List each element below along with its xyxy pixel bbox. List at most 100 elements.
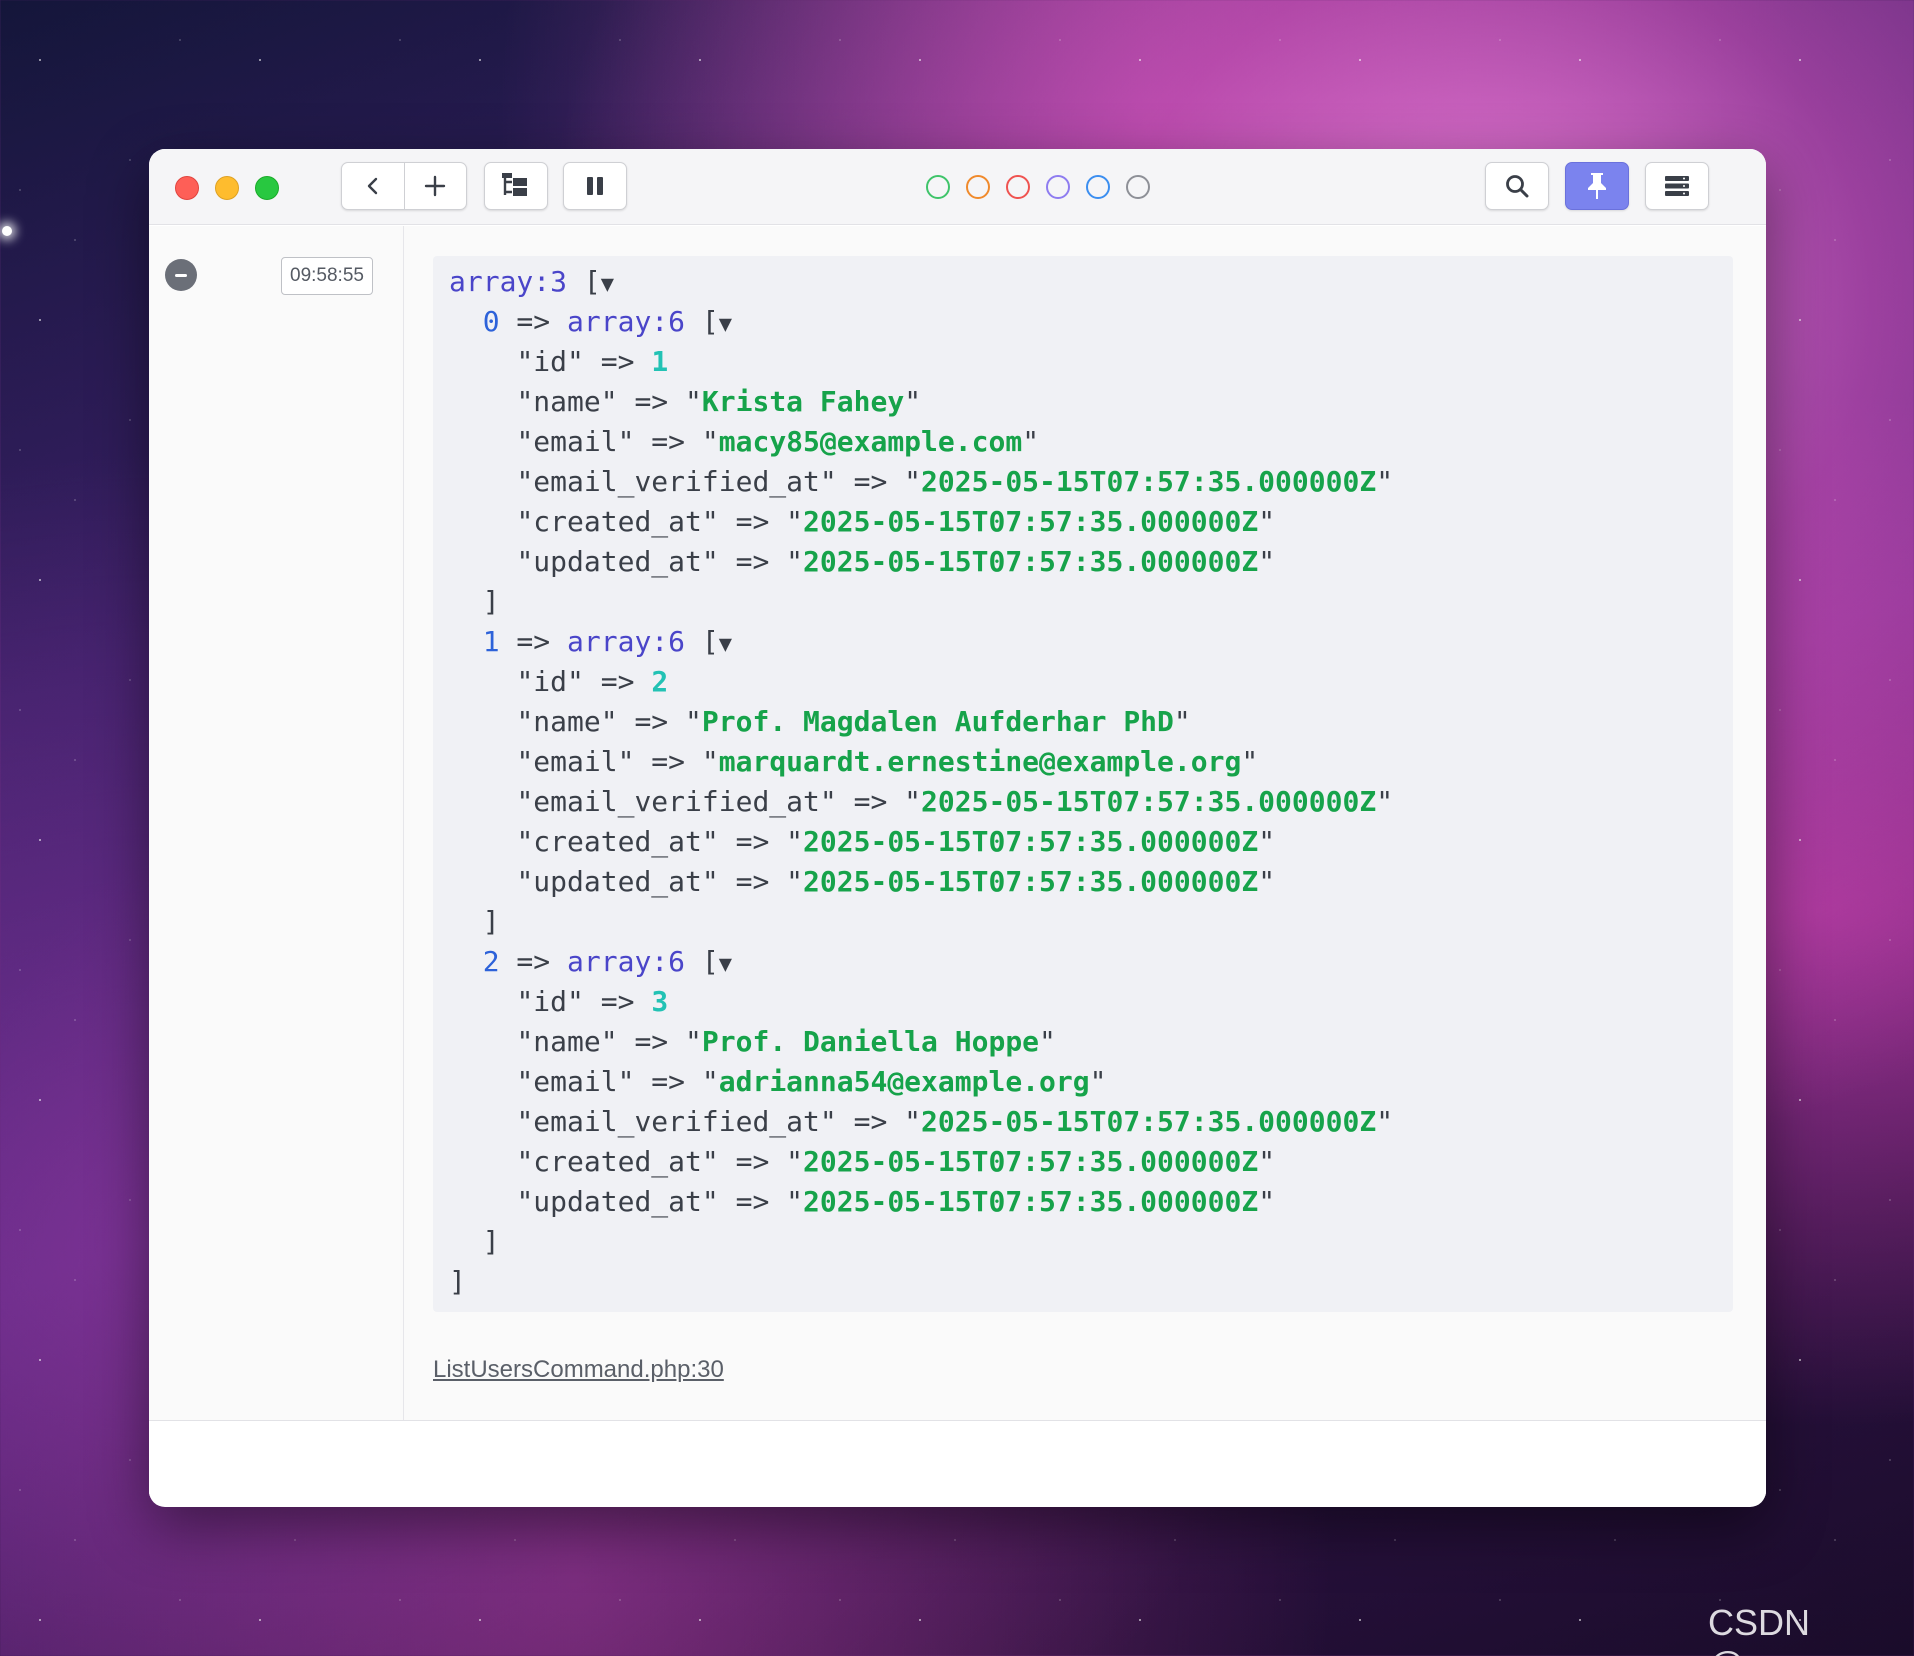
- search-icon: [1506, 175, 1529, 198]
- color-filter-gray[interactable]: [1126, 175, 1150, 199]
- dump-item-line: 1 => array:6 [▼: [482, 625, 732, 658]
- window-maximize-button[interactable]: [255, 176, 279, 200]
- collapse-toggle-item[interactable]: ▼: [719, 952, 732, 977]
- entry-gutter: 09:58:55: [149, 226, 404, 1420]
- dump-field-line: "id" => 1: [516, 345, 669, 378]
- dump-field-key: "id": [516, 985, 584, 1018]
- dump-root-line: array:3 [▼: [449, 265, 614, 298]
- dump-field-value: 2025-05-15T07:57:35.000000Z: [921, 785, 1377, 818]
- nav-button-group: [341, 162, 467, 210]
- dump-field-value: 1: [651, 345, 669, 378]
- dump-field-value: macy85@example.com: [718, 425, 1023, 458]
- pin-button[interactable]: [1565, 162, 1629, 210]
- dump-field-line: "email_verified_at" => "2025-05-15T07:57…: [516, 785, 1394, 818]
- dump-field-line: "email_verified_at" => "2025-05-15T07:57…: [516, 465, 1394, 498]
- back-button[interactable]: [342, 163, 404, 209]
- dump-field-value: 2025-05-15T07:57:35.000000Z: [803, 545, 1259, 578]
- dump-item-close: ]: [449, 1225, 500, 1258]
- dump-item-index: 1: [482, 625, 500, 658]
- dump-field-line: "email" => "adrianna54@example.org": [516, 1065, 1107, 1098]
- search-button[interactable]: [1485, 162, 1549, 210]
- dump-field-key: "updated_at": [516, 1185, 719, 1218]
- dump-item-type: array:6: [567, 945, 686, 978]
- dump-item-type: array:6: [567, 625, 686, 658]
- color-filter-orange[interactable]: [966, 175, 990, 199]
- bottom-area: [149, 1421, 1766, 1496]
- dump-field-value: 2025-05-15T07:57:35.000000Z: [921, 465, 1377, 498]
- dump-root-close: ]: [449, 1265, 466, 1298]
- dump-field-value: 3: [651, 985, 669, 1018]
- dump-field-key: "name": [516, 705, 618, 738]
- dump-field-key: "updated_at": [516, 545, 719, 578]
- dump-item-index: 2: [482, 945, 500, 978]
- dump-field-line: "created_at" => "2025-05-15T07:57:35.000…: [516, 825, 1276, 858]
- add-button[interactable]: [404, 163, 466, 209]
- dump-field-value: 2025-05-15T07:57:35.000000Z: [803, 825, 1259, 858]
- dump-field-key: "email_verified_at": [516, 465, 837, 498]
- color-filter-blue[interactable]: [1086, 175, 1110, 199]
- collapse-toggle-item[interactable]: ▼: [719, 312, 732, 337]
- dump-field-key: "name": [516, 1025, 618, 1058]
- dump-field-key: "email": [516, 745, 635, 778]
- dump-field-line: "updated_at" => "2025-05-15T07:57:35.000…: [516, 545, 1276, 578]
- dump-field-key: "created_at": [516, 505, 719, 538]
- plus-icon: [425, 175, 446, 197]
- dump-item-close: ]: [449, 585, 500, 618]
- window-minimize-button[interactable]: [215, 176, 239, 200]
- dump-field-key: "id": [516, 345, 584, 378]
- dump-field-key: "email": [516, 425, 635, 458]
- tree-view-button[interactable]: [484, 162, 548, 210]
- pin-icon: [1588, 173, 1606, 199]
- pause-button[interactable]: [563, 162, 627, 210]
- dump-field-line: "updated_at" => "2025-05-15T07:57:35.000…: [516, 865, 1276, 898]
- dump-field-key: "email": [516, 1065, 635, 1098]
- dump-field-line: "name" => "Prof. Daniella Hoppe": [516, 1025, 1056, 1058]
- dump-field-line: "created_at" => "2025-05-15T07:57:35.000…: [516, 505, 1276, 538]
- dump-field-value: Prof. Daniella Hoppe: [701, 1025, 1040, 1058]
- dump-field-value: 2025-05-15T07:57:35.000000Z: [803, 1145, 1259, 1178]
- dump-field-value: 2025-05-15T07:57:35.000000Z: [921, 1105, 1377, 1138]
- dump-item-line: 2 => array:6 [▼: [482, 945, 732, 978]
- dump-field-line: "name" => "Prof. Magdalen Aufderhar PhD": [516, 705, 1191, 738]
- color-filter-red[interactable]: [1006, 175, 1030, 199]
- dump-output: array:3 [▼ 0 => array:6 [▼ "id" => 1 "na…: [433, 256, 1733, 1312]
- dump-field-value: adrianna54@example.org: [718, 1065, 1090, 1098]
- dump-field-line: "updated_at" => "2025-05-15T07:57:35.000…: [516, 1185, 1276, 1218]
- dump-field-value: 2: [651, 665, 669, 698]
- dump-field-line: "created_at" => "2025-05-15T07:57:35.000…: [516, 1145, 1276, 1178]
- dump-field-value: marquardt.ernestine@example.org: [718, 745, 1242, 778]
- dump-field-key: "id": [516, 665, 584, 698]
- color-filter-green[interactable]: [926, 175, 950, 199]
- dump-field-line: "email_verified_at" => "2025-05-15T07:57…: [516, 1105, 1394, 1138]
- collapse-toggle-root[interactable]: ▼: [601, 272, 614, 297]
- minus-icon: [175, 273, 187, 277]
- tree-view-icon: [502, 173, 527, 196]
- dump-field-key: "updated_at": [516, 865, 719, 898]
- source-file-link[interactable]: ListUsersCommand.php:30: [433, 1356, 724, 1384]
- dump-field-line: "name" => "Krista Fahey": [516, 385, 922, 418]
- dump-field-key: "name": [516, 385, 618, 418]
- dump-field-line: "email" => "macy85@example.com": [516, 425, 1040, 458]
- dump-item-index: 0: [482, 305, 500, 338]
- dump-field-value: 2025-05-15T07:57:35.000000Z: [803, 505, 1259, 538]
- dump-field-key: "created_at": [516, 825, 719, 858]
- collapse-toggle-item[interactable]: ▼: [719, 632, 732, 657]
- window-close-button[interactable]: [175, 176, 199, 200]
- titlebar: [149, 149, 1766, 225]
- server-menu-button[interactable]: [1645, 162, 1709, 210]
- remove-entry-button[interactable]: [165, 259, 197, 291]
- color-filter-group: [926, 175, 1150, 199]
- dump-item-type: array:6: [567, 305, 686, 338]
- log-content: 09:58:55 array:3 [▼ 0 => array:6 [▼ "id"…: [149, 226, 1766, 1496]
- dump-field-key: "created_at": [516, 1145, 719, 1178]
- color-filter-purple[interactable]: [1046, 175, 1070, 199]
- dump-field-line: "id" => 3: [516, 985, 669, 1018]
- dump-field-value: 2025-05-15T07:57:35.000000Z: [803, 1185, 1259, 1218]
- bright-star: [2, 226, 12, 236]
- dump-field-key: "email_verified_at": [516, 785, 837, 818]
- chevron-left-icon: [367, 177, 377, 195]
- dump-field-line: "email" => "marquardt.ernestine@example.…: [516, 745, 1259, 778]
- dump-field-key: "email_verified_at": [516, 1105, 837, 1138]
- dump-field-value: Prof. Magdalen Aufderhar PhD: [701, 705, 1174, 738]
- dump-root-type: array:3: [449, 265, 568, 298]
